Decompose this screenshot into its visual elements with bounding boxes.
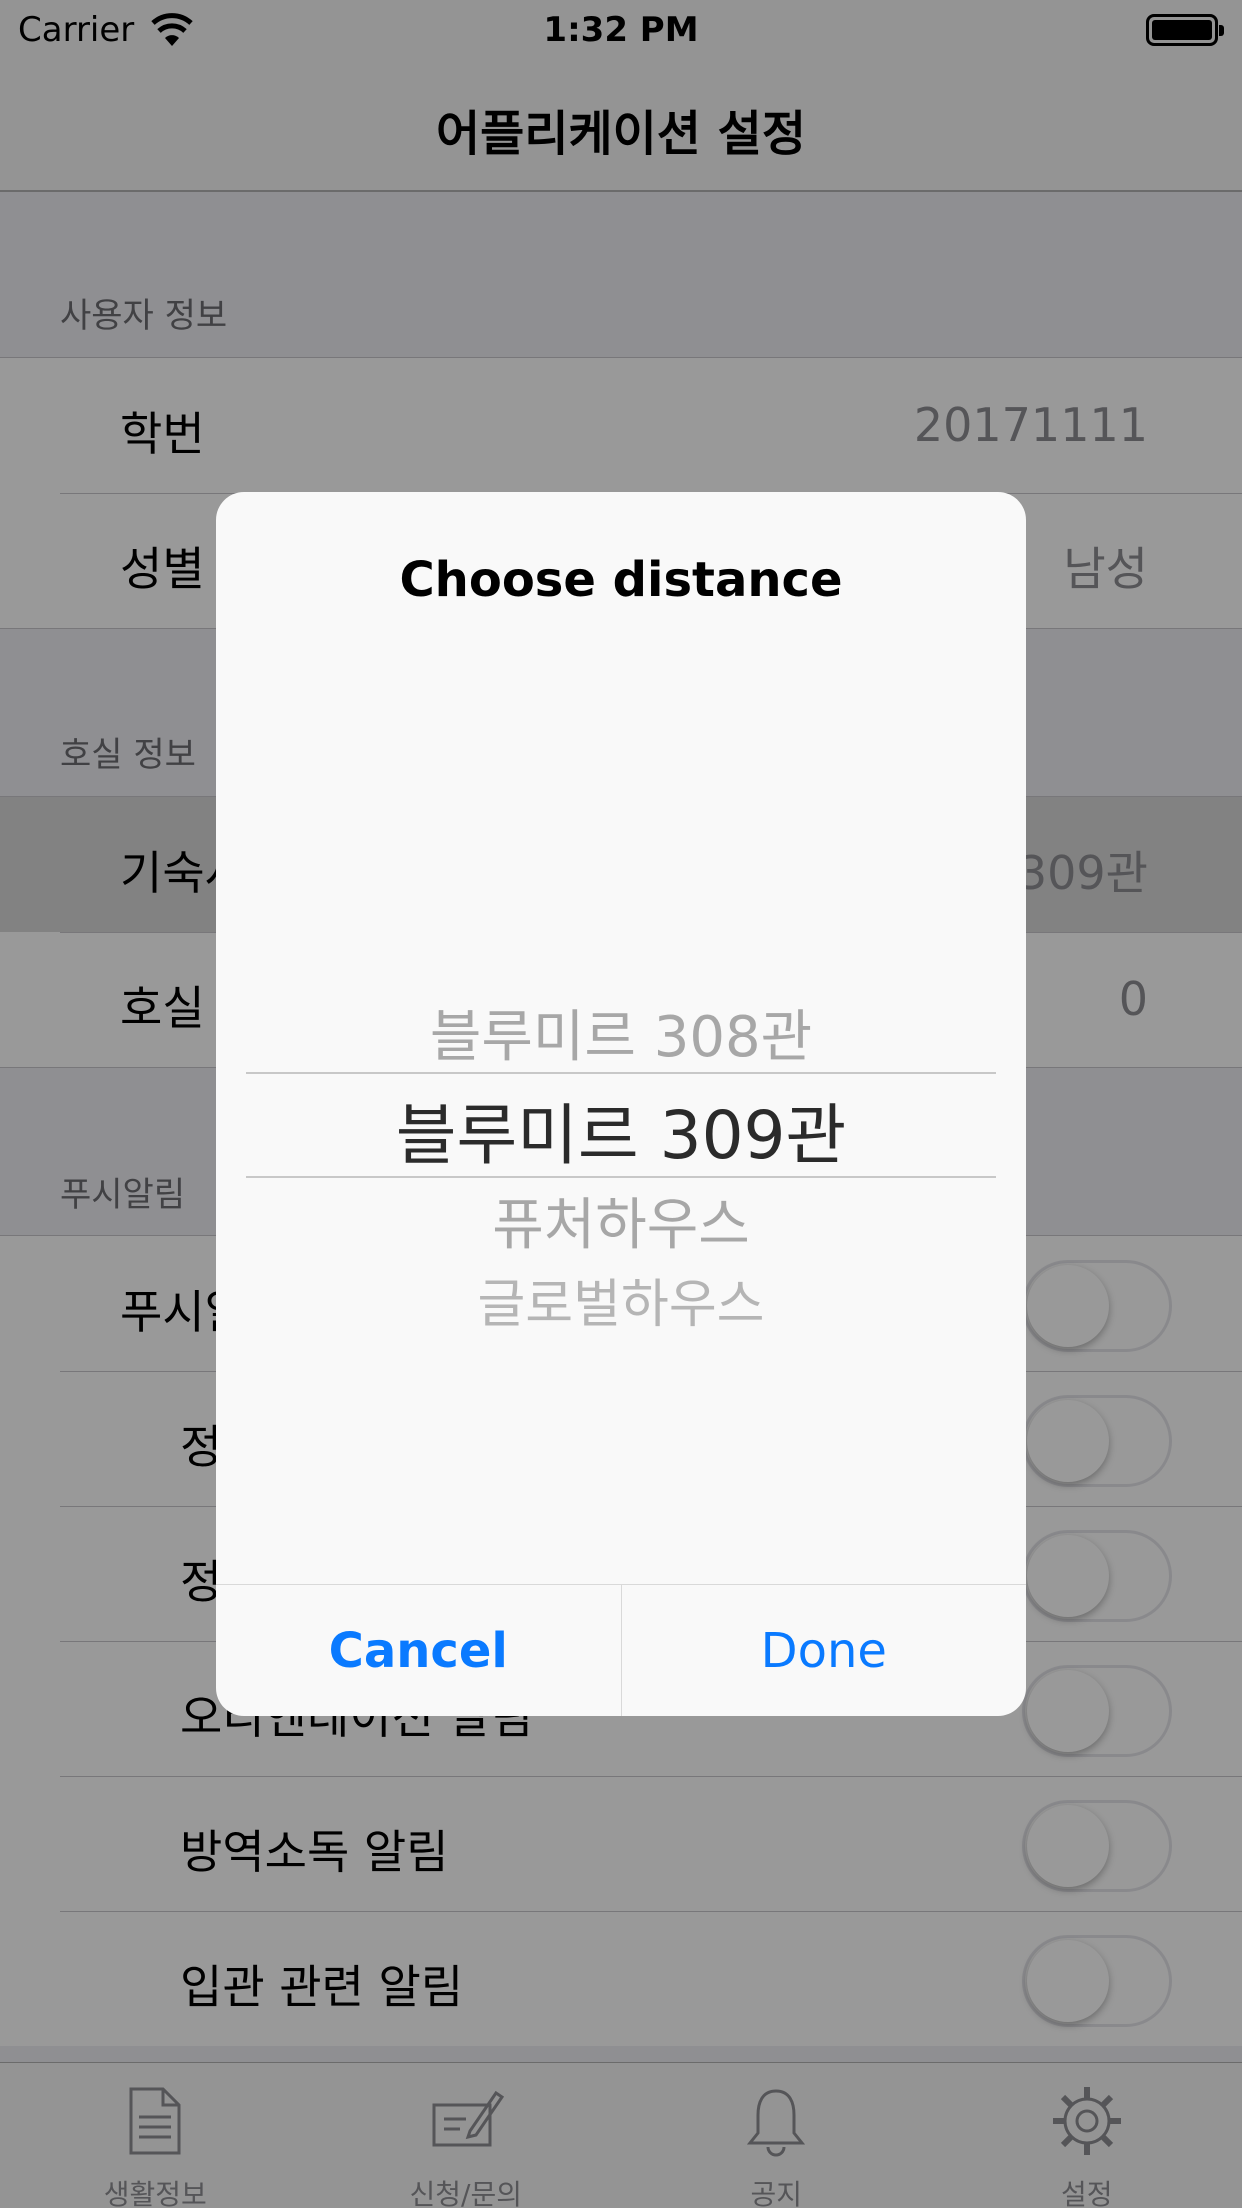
picker-selection-line-top — [246, 1072, 996, 1074]
dialog-buttons: Cancel Done — [216, 1584, 1026, 1716]
done-button[interactable]: Done — [622, 1585, 1027, 1716]
distance-picker[interactable]: 블루미르 308관 블루미르 309관 퓨처하우스 글로벌하우스 — [246, 962, 996, 1382]
picker-option[interactable]: 글로벌하우스 — [246, 1262, 996, 1337]
picker-selection-line-bottom — [246, 1176, 996, 1178]
picker-option[interactable]: 퓨처하우스 — [246, 1180, 996, 1261]
cancel-button[interactable]: Cancel — [216, 1585, 622, 1716]
dialog-title: Choose distance — [399, 552, 843, 608]
picker-option[interactable]: 블루미르 308관 — [246, 992, 996, 1073]
choose-distance-dialog: Choose distance 블루미르 308관 블루미르 309관 퓨처하우… — [216, 492, 1026, 1716]
picker-option-selected[interactable]: 블루미르 309관 — [246, 1082, 996, 1178]
